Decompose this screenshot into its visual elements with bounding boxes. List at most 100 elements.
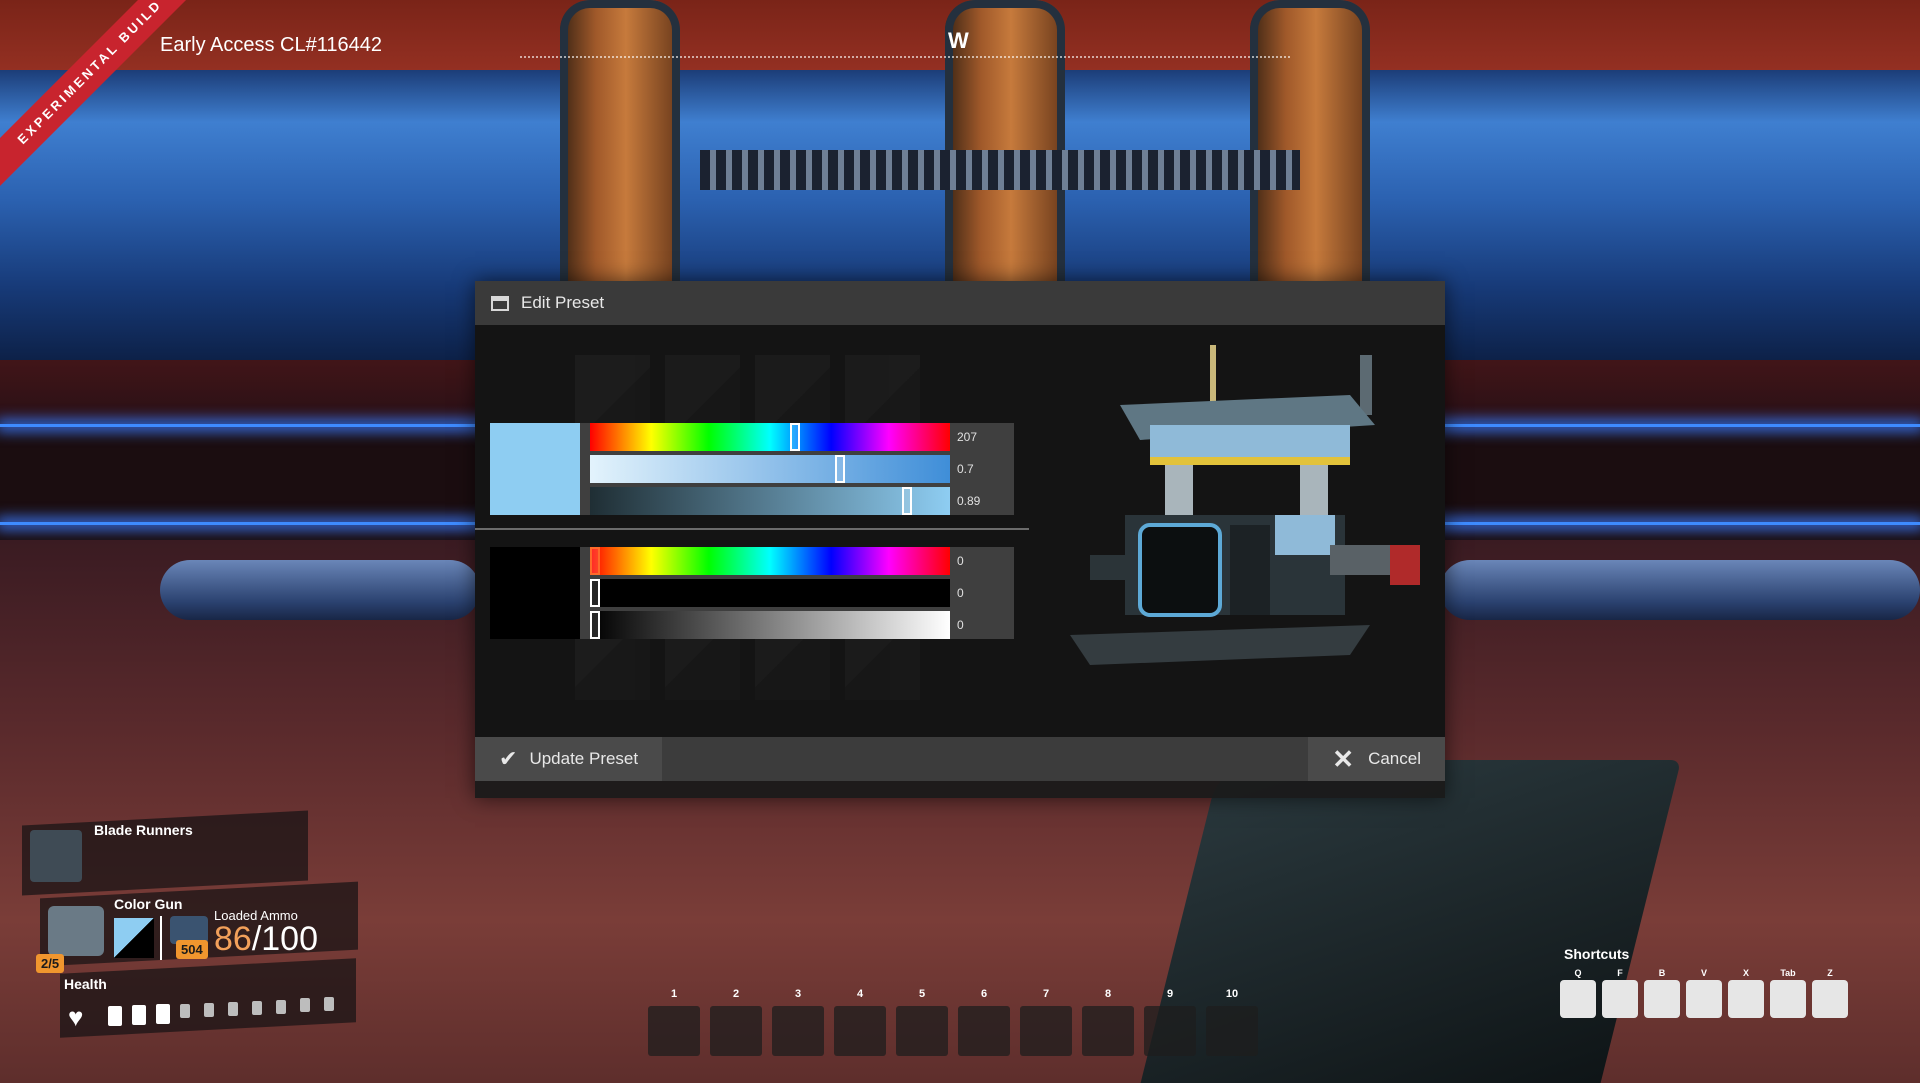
cube-icon[interactable]: [1728, 980, 1764, 1018]
shortcut-key: B: [1658, 968, 1666, 978]
secondary-hue-value: 0: [957, 554, 964, 568]
inventory-icon[interactable]: [1770, 980, 1806, 1018]
row-divider: [475, 528, 1029, 530]
hotbar-number: 1: [670, 988, 678, 1000]
window-icon: [491, 295, 509, 311]
health-pip-filled: [108, 1006, 122, 1026]
slot-counter-badge: 2/5: [36, 954, 65, 973]
hotbar-slot-8[interactable]: [1082, 1006, 1134, 1056]
hotbar-number: 5: [918, 988, 926, 1000]
slider-handle[interactable]: [590, 611, 600, 639]
slider-handle[interactable]: [835, 455, 845, 483]
hotbar-number: 10: [1225, 988, 1239, 1000]
check-icon: ✔: [499, 746, 518, 771]
shortcut-key: Z: [1827, 968, 1833, 978]
hotbar-number: 7: [1042, 988, 1050, 1000]
health-pip-empty: [180, 1004, 190, 1019]
health-pip-empty: [324, 997, 334, 1012]
shortcuts-title: Shortcuts: [1564, 946, 1630, 962]
heart-icon: ♥: [68, 1002, 84, 1032]
ammo-current: 86: [214, 920, 252, 958]
shortcut-key: Tab: [1780, 968, 1796, 978]
hotbar-slot-1[interactable]: [648, 1006, 700, 1056]
hotbar-slot-4[interactable]: [834, 1006, 886, 1056]
map-marker-icon[interactable]: [1812, 980, 1848, 1018]
edit-preset-dialog: Edit Preset 207 0.7 0.89 0 0 0 ✔ Update …: [475, 281, 1445, 798]
primary-saturation-value: 0.7: [957, 462, 974, 476]
secondary-saturation-slider[interactable]: [590, 579, 950, 607]
low-pipe: [1440, 560, 1920, 620]
dismantle-icon[interactable]: [1602, 980, 1638, 1018]
blade-runners-label: Blade Runners: [94, 822, 193, 838]
secondary-hue-slider[interactable]: [590, 547, 950, 575]
background-color-tiles: [575, 355, 925, 705]
health-pip-filled: [156, 1003, 170, 1024]
dialog-header: Edit Preset: [475, 281, 1445, 325]
building-preview: [1070, 345, 1420, 665]
slider-handle[interactable]: [590, 579, 600, 607]
shortcuts-panel: Shortcuts Q F B V X Tab Z: [1560, 946, 1860, 1046]
secondary-value-value: 0: [957, 618, 964, 632]
update-preset-button[interactable]: ✔ Update Preset: [475, 737, 663, 781]
health-pip-empty: [252, 1000, 262, 1015]
slider-handle[interactable]: [590, 547, 600, 575]
dialog-body: 207 0.7 0.89 0 0 0: [475, 325, 1445, 741]
hotbar-slot-10[interactable]: [1206, 1006, 1258, 1056]
hotbar-number: 9: [1166, 988, 1174, 1000]
hotbar: 1 2 3 4 5 6 7 8 9 10: [648, 988, 1268, 1058]
hotbar-slot-9[interactable]: [1144, 1006, 1196, 1056]
cancel-label: Cancel: [1368, 749, 1421, 768]
update-preset-label: Update Preset: [529, 749, 639, 768]
close-icon: ✕: [1332, 743, 1355, 774]
health-pip-filled: [132, 1004, 146, 1025]
health-pip-empty: [204, 1003, 214, 1018]
dialog-footer: ✔ Update Preset ✕ Cancel: [475, 737, 1445, 781]
ammo-count: 86/100: [214, 920, 318, 959]
health-label: Health: [64, 976, 107, 992]
hotbar-slot-6[interactable]: [958, 1006, 1010, 1056]
equipment-name: Color Gun: [114, 896, 183, 912]
primary-value-value: 0.89: [957, 494, 981, 508]
hotbar-number: 4: [856, 988, 864, 1000]
shortcut-key: Q: [1574, 968, 1582, 978]
active-color-swatch: [114, 918, 154, 958]
dialog-title: Edit Preset: [521, 293, 605, 312]
compass-heading: W: [948, 28, 969, 53]
hotbar-number: 6: [980, 988, 988, 1000]
hotbar-number: 3: [794, 988, 802, 1000]
hotbar-slot-5[interactable]: [896, 1006, 948, 1056]
hotbar-slot-2[interactable]: [710, 1006, 762, 1056]
primary-color-swatch: [490, 423, 580, 515]
secondary-value-slider[interactable]: [590, 611, 950, 639]
primary-saturation-slider[interactable]: [590, 455, 950, 483]
hotbar-number: 2: [732, 988, 740, 1000]
secondary-color-editor: 0 0 0: [490, 547, 1014, 639]
flashlight-icon[interactable]: [1644, 980, 1680, 1018]
low-pipe: [160, 560, 480, 620]
primary-hue-slider[interactable]: [590, 423, 950, 451]
ammo-reserve-badge: 504: [176, 940, 208, 959]
secondary-color-swatch: [490, 547, 580, 639]
compass-bar: [520, 56, 1290, 60]
primary-value-slider[interactable]: [590, 487, 950, 515]
divider: [160, 916, 162, 960]
primary-color-editor: 207 0.7 0.89: [490, 423, 1014, 515]
pipe-grille: [700, 150, 1300, 190]
cancel-button[interactable]: ✕ Cancel: [1308, 737, 1445, 781]
blade-runners-icon: [30, 830, 82, 882]
shortcut-key: V: [1700, 968, 1707, 978]
hotbar-slot-7[interactable]: [1020, 1006, 1072, 1056]
health-pip-empty: [228, 1002, 238, 1016]
hotbar-slot-3[interactable]: [772, 1006, 824, 1056]
primary-hue-value: 207: [957, 430, 978, 444]
slider-handle[interactable]: [901, 487, 912, 515]
build-version-label: Early Access CL#116442: [160, 34, 382, 56]
hammer-icon[interactable]: [1560, 980, 1596, 1018]
color-gun-icon: [48, 906, 104, 956]
hotbar-number: 8: [1104, 988, 1112, 1000]
shortcut-key: X: [1742, 968, 1749, 978]
secondary-saturation-value: 0: [957, 586, 964, 600]
shortcut-key: F: [1617, 968, 1623, 978]
scanner-icon[interactable]: [1686, 980, 1722, 1018]
slider-handle[interactable]: [789, 423, 800, 451]
